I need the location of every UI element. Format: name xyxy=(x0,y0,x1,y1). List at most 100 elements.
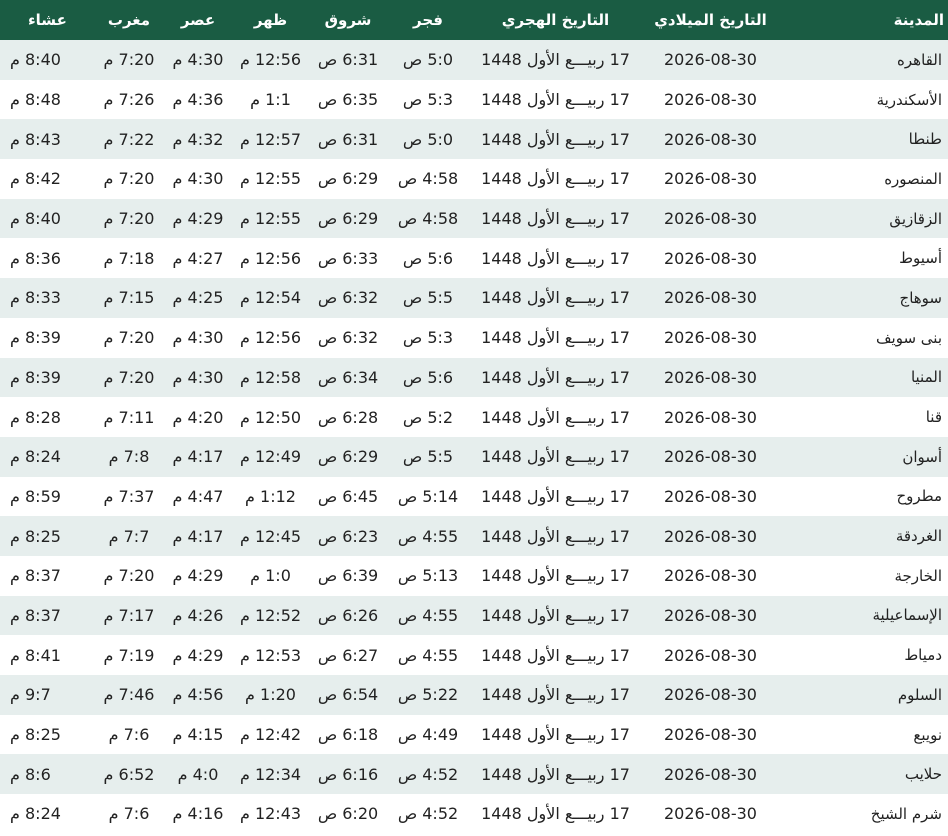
table-row: دمياط 2026-08-30 17 ربيـــع الأول 1448 4:55… xyxy=(0,635,948,675)
cell-hijri-date: 17 ربيـــع الأول 1448 xyxy=(481,209,630,229)
cell-hijri-date: 17 ربيـــع الأول 1448 xyxy=(481,90,630,110)
cell-sunrise: 6:16 ص xyxy=(317,764,379,784)
cell-gregorian-date: 2026-08-30 xyxy=(664,486,757,506)
cell-maghrib: 7:8 م xyxy=(108,447,150,467)
cell-dhuhr: 1:12 م xyxy=(245,486,296,506)
table-row: القاهره 2026-08-30 17 ربيـــع الأول 1448 5:… xyxy=(0,40,948,80)
cell-asr: 4:17 م xyxy=(172,526,224,546)
cell-gregorian-date: 2026-08-30 xyxy=(664,764,757,784)
header-sunrise[interactable]: شروق xyxy=(308,0,388,40)
cell-asr: 4:25 م xyxy=(172,288,224,308)
cell-asr: 4:29 م xyxy=(172,209,224,229)
cell-isha: 8:24 م xyxy=(10,804,61,824)
cell-hijri-date: 17 ربيـــع الأول 1448 xyxy=(481,248,630,268)
cell-city: المنيا xyxy=(910,368,942,387)
header-gregorian-date[interactable]: التاريخ الميلادي xyxy=(643,0,778,40)
table-row: قنا 2026-08-30 17 ربيـــع الأول 1448 5:2 ص 6… xyxy=(0,397,948,437)
cell-isha: 8:6 م xyxy=(10,764,51,784)
cell-asr: 4:0 م xyxy=(177,764,219,784)
cell-hijri-date: 17 ربيـــع الأول 1448 xyxy=(481,328,630,348)
cell-city: الإسماعيلية xyxy=(872,606,942,625)
cell-dhuhr: 12:54 م xyxy=(239,288,302,308)
cell-fajr: 4:55 ص xyxy=(397,605,459,625)
cell-maghrib: 7:26 م xyxy=(103,90,155,110)
cell-hijri-date: 17 ربيـــع الأول 1448 xyxy=(481,764,630,784)
cell-dhuhr: 12:52 م xyxy=(239,605,302,625)
table-header: المدينة التاريخ الميلادي التاريخ الهجري … xyxy=(0,0,948,40)
cell-sunrise: 6:39 ص xyxy=(317,566,379,586)
cell-dhuhr: 12:56 م xyxy=(239,50,302,70)
cell-isha: 8:43 م xyxy=(10,129,61,149)
cell-sunrise: 6:33 ص xyxy=(317,248,379,268)
cell-asr: 4:15 م xyxy=(172,725,224,745)
table-row: الأسكندرية 2026-08-30 17 ربيـــع الأول 144… xyxy=(0,79,948,120)
cell-gregorian-date: 2026-08-30 xyxy=(664,248,757,268)
cell-sunrise: 6:26 ص xyxy=(317,605,379,625)
cell-asr: 4:20 م xyxy=(172,407,224,427)
cell-city: الزقازيق xyxy=(889,209,942,228)
cell-isha: 8:39 م xyxy=(10,328,61,348)
cell-hijri-date: 17 ربيـــع الأول 1448 xyxy=(481,447,630,467)
header-dhuhr[interactable]: ظهر xyxy=(233,0,308,40)
cell-sunrise: 6:20 ص xyxy=(317,804,379,824)
cell-dhuhr: 1:0 م xyxy=(250,566,291,586)
cell-sunrise: 6:45 ص xyxy=(317,486,379,506)
cell-sunrise: 6:31 ص xyxy=(317,129,379,149)
cell-maghrib: 7:19 م xyxy=(103,645,155,665)
cell-sunrise: 6:32 ص xyxy=(317,328,379,348)
cell-city: المنصوره xyxy=(884,169,942,188)
cell-gregorian-date: 2026-08-30 xyxy=(664,328,757,348)
cell-gregorian-date: 2026-08-30 xyxy=(664,367,757,387)
cell-isha: 8:39 م xyxy=(10,367,61,387)
cell-city: أسوان xyxy=(902,447,942,466)
cell-isha: 8:41 م xyxy=(10,645,61,665)
header-maghrib[interactable]: مغرب xyxy=(95,0,163,40)
cell-city: نويبع xyxy=(913,725,942,744)
cell-dhuhr: 12:57 م xyxy=(239,129,302,149)
cell-dhuhr: 12:45 م xyxy=(239,526,302,546)
cell-city: شرم الشيخ xyxy=(870,804,942,823)
cell-maghrib: 7:20 م xyxy=(103,328,155,348)
cell-gregorian-date: 2026-08-30 xyxy=(664,566,757,586)
cell-maghrib: 7:22 م xyxy=(103,129,155,149)
cell-gregorian-date: 2026-08-30 xyxy=(664,645,757,665)
cell-city: دمياط xyxy=(904,646,942,665)
cell-maghrib: 6:52 م xyxy=(103,764,155,784)
table-row: السلوم 2026-08-30 17 ربيـــع الأول 1448 5:2… xyxy=(0,675,948,715)
header-fajr[interactable]: فجر xyxy=(388,0,468,40)
cell-sunrise: 6:29 ص xyxy=(317,209,379,229)
cell-hijri-date: 17 ربيـــع الأول 1448 xyxy=(481,367,630,387)
table-row: أسوان 2026-08-30 17 ربيـــع الأول 1448 5:5 … xyxy=(0,436,948,477)
header-asr[interactable]: عصر xyxy=(163,0,233,40)
table-row: حلايب 2026-08-30 17 ربيـــع الأول 1448 4:52… xyxy=(0,754,948,795)
header-isha[interactable]: عشاء xyxy=(0,0,95,40)
cell-hijri-date: 17 ربيـــع الأول 1448 xyxy=(481,129,630,149)
cell-gregorian-date: 2026-08-30 xyxy=(664,169,757,189)
cell-hijri-date: 17 ربيـــع الأول 1448 xyxy=(481,50,630,70)
header-city[interactable]: المدينة xyxy=(778,0,948,40)
table-row: الزقازيق 2026-08-30 17 ربيـــع الأول 1448 4… xyxy=(0,198,948,239)
cell-dhuhr: 12:34 م xyxy=(239,764,302,784)
cell-gregorian-date: 2026-08-30 xyxy=(664,685,757,705)
cell-city: القاهره xyxy=(897,50,942,69)
table-row: بنى سويف 2026-08-30 17 ربيـــع الأول 1448 5… xyxy=(0,317,948,358)
cell-hijri-date: 17 ربيـــع الأول 1448 xyxy=(481,804,630,824)
cell-hijri-date: 17 ربيـــع الأول 1448 xyxy=(481,645,630,665)
cell-asr: 4:17 م xyxy=(172,447,224,467)
header-hijri-date[interactable]: التاريخ الهجري xyxy=(468,0,643,40)
cell-hijri-date: 17 ربيـــع الأول 1448 xyxy=(481,685,630,705)
cell-city: طنطا xyxy=(908,130,942,149)
cell-fajr: 5:5 ص xyxy=(402,447,454,467)
cell-city: قنا xyxy=(925,408,942,427)
cell-hijri-date: 17 ربيـــع الأول 1448 xyxy=(481,526,630,546)
cell-gregorian-date: 2026-08-30 xyxy=(664,129,757,149)
cell-asr: 4:36 م xyxy=(172,90,224,110)
cell-maghrib: 7:7 م xyxy=(108,526,150,546)
cell-city: السلوم xyxy=(897,685,942,704)
cell-sunrise: 6:27 ص xyxy=(317,645,379,665)
cell-isha: 8:37 م xyxy=(10,566,61,586)
cell-isha: 8:36 م xyxy=(10,248,61,268)
cell-dhuhr: 12:50 م xyxy=(239,407,302,427)
cell-isha: 8:25 م xyxy=(10,526,61,546)
cell-fajr: 5:6 ص xyxy=(402,367,454,387)
